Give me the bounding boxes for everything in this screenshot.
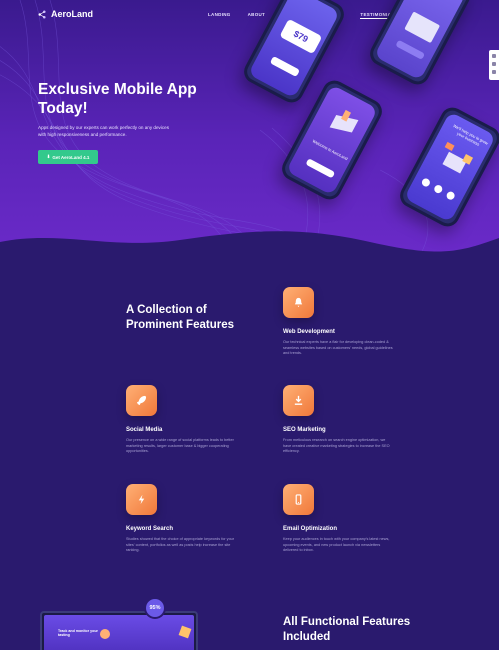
cart-icon[interactable] <box>492 70 496 74</box>
feature-seo-marketing: SEO Marketing From meticulous research o… <box>283 385 393 455</box>
hero-section: AeroLand LANDING ABOUT GALLERY PRICING T… <box>0 0 499 255</box>
phone-graphic <box>404 11 441 44</box>
all-features-title: All Functional Features Included <box>283 616 411 643</box>
download-icon: ⬇ <box>46 154 51 159</box>
phone-welcome-text: Welcome to AeroLand <box>311 138 349 162</box>
feature-description: Our technical experts have a flair for d… <box>283 340 393 356</box>
price-card: $79 <box>279 18 323 55</box>
tool-icon[interactable] <box>492 54 496 58</box>
feature-description: Our presence on a wide range of social p… <box>126 438 234 454</box>
get-aeroland-button[interactable]: ⬇ Get AeroLand 4.1 <box>38 150 98 164</box>
feature-keyword-search: Keyword Search Studies showed that the c… <box>126 484 236 554</box>
features-section: A Collection of Prominent Features Web D… <box>0 262 499 650</box>
feature-social-media: Social Media Our presence on a wide rang… <box>126 385 236 455</box>
features-title: A Collection of Prominent Features <box>126 304 234 331</box>
brand-logo[interactable]: AeroLand <box>38 9 93 19</box>
feature-description: From meticulous research on search engin… <box>283 438 390 454</box>
feature-web-development: Web Development Our technical experts ha… <box>283 287 393 357</box>
feature-email-optimization: Email Optimization Keep your audiences i… <box>283 484 393 554</box>
logo-icon <box>38 10 46 18</box>
side-toolbar[interactable] <box>489 50 499 80</box>
get-aeroland-button-label: Get AeroLand 4.1 <box>52 154 90 160</box>
percentage-badge: 95% <box>144 597 166 619</box>
isometric-graphic <box>434 141 477 183</box>
hero-wave-divider <box>0 231 499 262</box>
nav-link-landing[interactable]: LANDING <box>208 12 231 19</box>
phone-button <box>305 158 336 179</box>
feature-title: Email Optimization <box>283 526 338 532</box>
feature-title: Social Media <box>126 427 163 433</box>
nav-link-about[interactable]: ABOUT <box>248 12 266 19</box>
phone-button <box>269 55 301 78</box>
mobile-icon <box>283 484 314 515</box>
hero-title: Exclusive Mobile App Today! <box>38 81 197 117</box>
feature-description: Keep your audiences in touch with your c… <box>283 537 390 553</box>
feature-description: Studies showed that the choice of approp… <box>126 537 235 553</box>
download-icon <box>283 385 314 416</box>
phone-button <box>395 39 426 60</box>
feature-title: SEO Marketing <box>283 427 326 433</box>
isometric-graphic <box>325 105 365 143</box>
phone-icon-row <box>420 177 457 202</box>
feature-title: Keyword Search <box>126 526 174 532</box>
laptop-screen-text: Track and monitor your tasting <box>58 629 98 637</box>
lightning-icon <box>126 484 157 515</box>
tool-icon[interactable] <box>492 62 496 66</box>
laptop-mockup: Track and monitor your tasting 95% <box>40 597 200 650</box>
hero-subtitle: Apps designed by our experts can work pe… <box>38 125 169 137</box>
brand-name: AeroLand <box>51 9 94 19</box>
rocket-icon <box>126 385 157 416</box>
feature-title: Web Development <box>283 329 335 335</box>
avatar <box>100 629 110 639</box>
bell-icon <box>283 287 314 318</box>
